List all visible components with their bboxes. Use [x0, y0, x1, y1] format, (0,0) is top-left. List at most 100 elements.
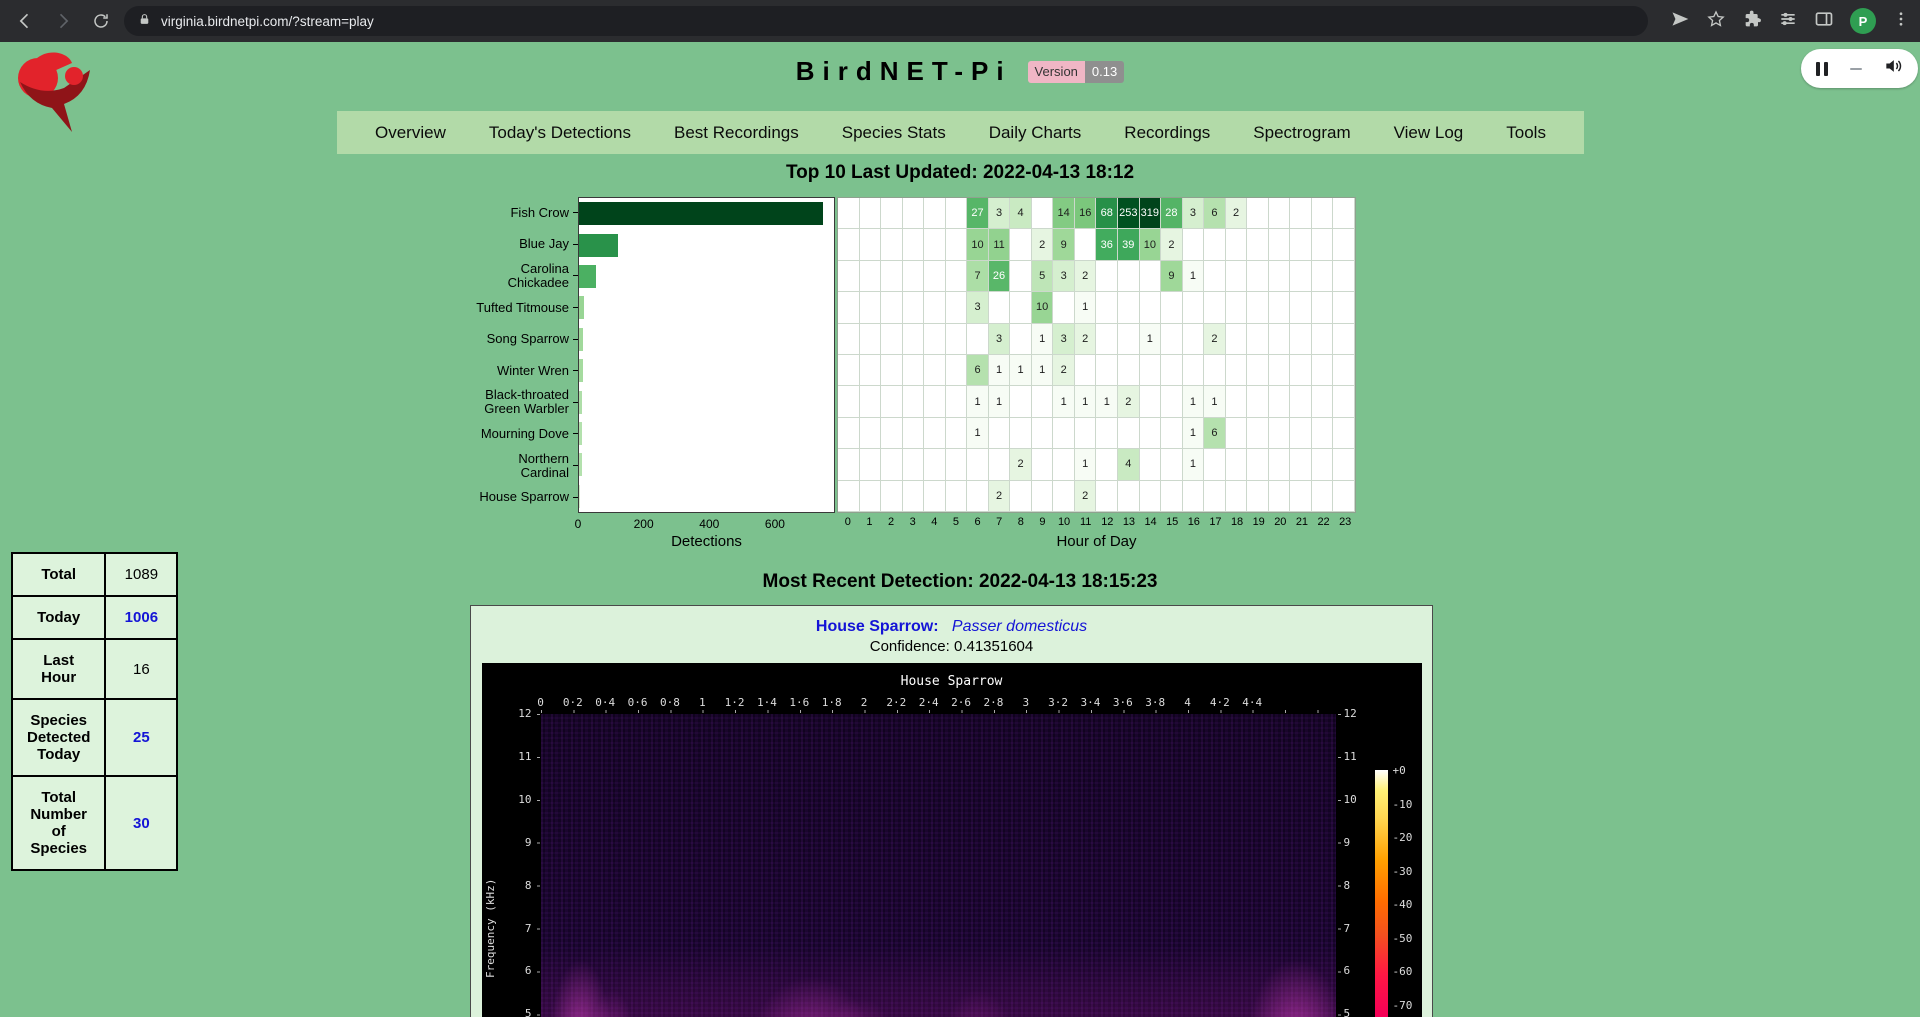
back-button[interactable] [10, 6, 40, 36]
scientific-name-link[interactable]: Passer domesticus [952, 618, 1087, 635]
time-tick-label: 4 [1184, 696, 1191, 709]
heatmap-cell: 1 [1032, 355, 1054, 386]
heatmap-cell [881, 261, 903, 292]
heatmap-cell: 1 [1032, 324, 1054, 355]
hour-tick-label: 7 [988, 516, 1010, 528]
heatmap-cell: 6 [967, 355, 989, 386]
heatmap-cell [881, 355, 903, 386]
time-tick-label: 3·6 [1113, 696, 1133, 709]
species-link[interactable]: House Sparrow: [816, 618, 939, 635]
freq-tick-label: 5 [1344, 1007, 1351, 1017]
heatmap-cell [1333, 355, 1355, 386]
birdnet-pi-page: virginia.birdnetpi.com/?stream=play P [0, 0, 1920, 1017]
nav-item-spectrogram[interactable]: Spectrogram [1253, 123, 1350, 143]
browser-menu-icon[interactable] [1892, 10, 1910, 33]
time-tick-label: 2·4 [919, 696, 939, 709]
heatmap-cell: 1 [1204, 386, 1226, 417]
freq-tick-label: 8 [498, 879, 532, 892]
nav-item-overview[interactable]: Overview [375, 123, 446, 143]
stats-value-link[interactable]: 1006 [125, 609, 158, 626]
heatmap-cell [946, 261, 968, 292]
nav-item-recordings[interactable]: Recordings [1124, 123, 1210, 143]
nav-item-species-stats[interactable]: Species Stats [842, 123, 946, 143]
heatmap-cell [1053, 449, 1075, 480]
heatmap-cell: 2 [1075, 324, 1097, 355]
reload-button[interactable] [86, 6, 116, 36]
heatmap-cell: 1 [967, 386, 989, 417]
heatmap-cell [1032, 386, 1054, 417]
speaker-icon[interactable] [1883, 56, 1903, 81]
frequency-axis-label: Frequency (kHz) [484, 813, 497, 1017]
time-tick-label: 1 [699, 696, 706, 709]
heatmap-cell [1140, 261, 1162, 292]
heatmap-cell [1032, 418, 1054, 449]
spectrogram-image: House Sparrow 00·20·40·60·811·21·41·61·8… [482, 663, 1422, 1017]
heatmap-cell: 253 [1118, 198, 1140, 229]
heatmap-cell: 5 [1032, 261, 1054, 292]
colorbar [1375, 770, 1388, 1017]
extension-sliders-icon[interactable] [1778, 9, 1798, 34]
send-icon[interactable] [1670, 9, 1690, 34]
nav-item-today-s-detections[interactable]: Today's Detections [489, 123, 631, 143]
colorbar-tick-label: -50 [1393, 932, 1413, 945]
stats-value-link[interactable]: 25 [133, 729, 150, 746]
heatmap-cell [1183, 481, 1205, 512]
heatmap-cell [1161, 324, 1183, 355]
heatmap-cell [1204, 261, 1226, 292]
confidence-text: Confidence: 0.41351604 [471, 637, 1432, 656]
heatmap-cell [860, 386, 882, 417]
hour-tick-label: 20 [1270, 516, 1292, 528]
heatmap-cell [1312, 198, 1334, 229]
profile-avatar[interactable]: P [1850, 8, 1876, 34]
nav-item-best-recordings[interactable]: Best Recordings [674, 123, 799, 143]
pause-icon[interactable] [1816, 62, 1828, 76]
lock-icon[interactable] [138, 12, 151, 30]
stats-value: 30 [105, 776, 177, 870]
heatmap-cell [903, 229, 925, 260]
side-panel-icon[interactable] [1814, 9, 1834, 34]
heatmap-cell [1032, 481, 1054, 512]
x-tick-label: 200 [634, 517, 654, 531]
heatmap-cell [903, 418, 925, 449]
audio-player[interactable] [1801, 49, 1918, 88]
heatmap-cell [1118, 261, 1140, 292]
heatmap-cell [989, 292, 1011, 323]
heatmap-cell [1096, 418, 1118, 449]
heatmap-cell: 39 [1118, 229, 1140, 260]
freq-tick-label: 12 [498, 707, 532, 720]
hour-tick-label: 11 [1075, 516, 1097, 528]
extensions-puzzle-icon[interactable] [1742, 9, 1762, 34]
nav-item-daily-charts[interactable]: Daily Charts [989, 123, 1082, 143]
hour-tick-label: 12 [1097, 516, 1119, 528]
heatmap-cell [946, 198, 968, 229]
heatmap-cell [1312, 449, 1334, 480]
heatmap-cell: 9 [1161, 261, 1183, 292]
heatmap-cell [1333, 481, 1355, 512]
heatmap-cell [1269, 481, 1291, 512]
time-tick-label: 0·8 [660, 696, 680, 709]
heatmap-cell [838, 449, 860, 480]
heatmap-cell [1183, 355, 1205, 386]
nav-item-view-log[interactable]: View Log [1394, 123, 1464, 143]
heatmap-cell [1290, 355, 1312, 386]
heatmap-cell [903, 481, 925, 512]
x-tick-label: 0 [575, 517, 582, 531]
forward-button[interactable] [48, 6, 78, 36]
heatmap-cell [838, 198, 860, 229]
heatmap-cell [1075, 229, 1097, 260]
heatmap-cell: 1 [1183, 261, 1205, 292]
address-bar[interactable]: virginia.birdnetpi.com/?stream=play [124, 6, 1648, 36]
freq-tick-label: 12 [1344, 707, 1357, 720]
heatmap-cell: 10 [967, 229, 989, 260]
heatmap-cell [1096, 261, 1118, 292]
bar-x-axis: 0200400600 [578, 513, 835, 531]
bookmark-star-icon[interactable] [1706, 9, 1726, 34]
stats-value-link[interactable]: 30 [133, 815, 150, 832]
heatmap-cell [1140, 481, 1162, 512]
heatmap-cell [1226, 449, 1248, 480]
heatmap-cell: 2 [1053, 355, 1075, 386]
audio-scrubber[interactable] [1850, 68, 1862, 70]
nav-item-tools[interactable]: Tools [1506, 123, 1546, 143]
browser-toolbar: virginia.birdnetpi.com/?stream=play P [0, 0, 1920, 42]
freq-tick-label: 8 [1344, 879, 1351, 892]
